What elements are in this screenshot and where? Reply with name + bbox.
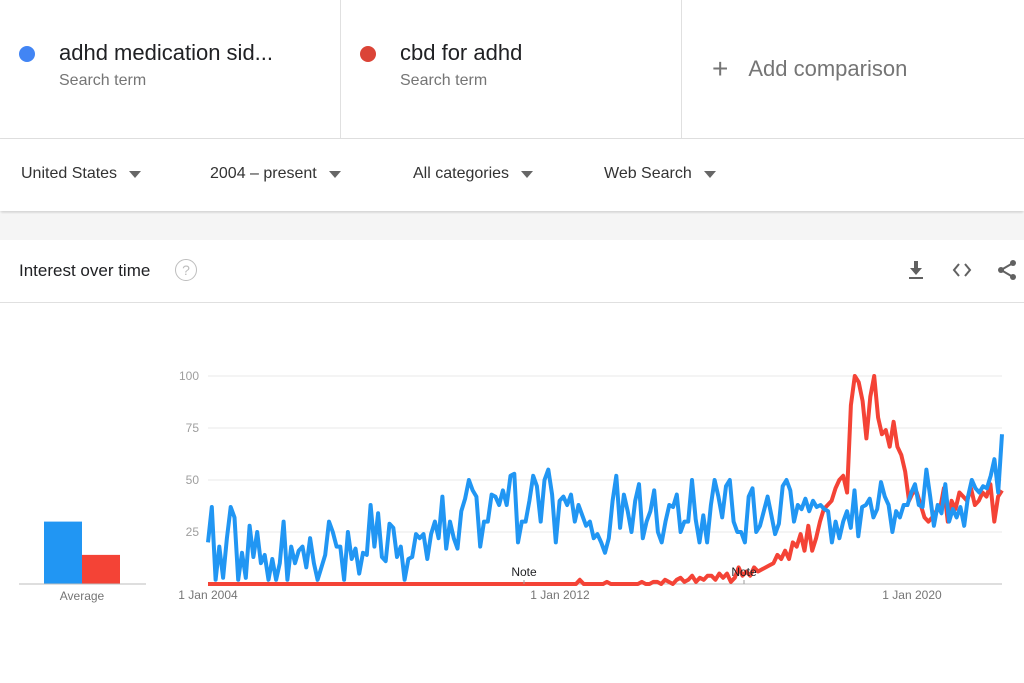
filter-search-type-dropdown[interactable]: Web Search [604, 165, 716, 183]
search-term-2[interactable]: cbd for adhd Search term [341, 0, 682, 138]
average-label: Average [60, 589, 105, 603]
add-comparison-button[interactable]: + Add comparison [682, 0, 1024, 138]
caret-down-icon [129, 170, 142, 178]
search-terms-bar: adhd medication sid... Search term cbd f… [0, 0, 1024, 139]
filter-category-dropdown[interactable]: All categories [413, 165, 534, 183]
y-tick-label: 75 [186, 421, 200, 435]
search-term-name[interactable]: cbd for adhd [400, 40, 522, 66]
search-term-1[interactable]: adhd medication sid... Search term [0, 0, 341, 138]
caret-down-icon [703, 170, 716, 178]
caret-down-icon [328, 170, 341, 178]
filter-label: All categories [413, 165, 510, 182]
average-bar [82, 554, 120, 584]
embed-icon[interactable] [950, 258, 974, 282]
filter-region-dropdown[interactable]: United States [21, 165, 142, 183]
filter-label: Web Search [604, 165, 692, 182]
interest-over-time-chart: Average 25 50 75 100 1 Jan 2004 1 Jan 2012 1 J… [19, 369, 1004, 603]
download-icon[interactable] [904, 258, 928, 282]
card-title: Interest over time [19, 261, 151, 280]
filter-label: United States [21, 165, 118, 182]
series-color-dot [360, 46, 376, 62]
x-tick-label: 1 Jan 2020 [882, 588, 942, 602]
help-icon[interactable]: ? [175, 259, 197, 281]
search-term-label: Search term [59, 72, 147, 89]
plus-icon: + [712, 53, 729, 84]
search-term-name[interactable]: adhd medication sid... [59, 40, 273, 66]
series-color-dot [19, 46, 35, 62]
y-tick-label: 50 [186, 473, 200, 487]
note-label: Note [731, 565, 757, 579]
add-comparison-label: Add comparison [748, 56, 908, 81]
series-line [206, 434, 1004, 582]
y-tick-label: 100 [179, 369, 199, 383]
caret-down-icon [521, 170, 534, 178]
filter-time-dropdown[interactable]: 2004 – present [210, 165, 341, 183]
filter-label: 2004 – present [210, 165, 317, 182]
search-term-label: Search term [400, 72, 488, 89]
share-icon[interactable] [995, 258, 1019, 282]
y-tick-label: 25 [186, 525, 200, 539]
note-label: Note [511, 565, 537, 579]
filter-bar: United States 2004 – present All categor… [0, 139, 1024, 211]
x-tick-label: 1 Jan 2004 [178, 588, 238, 602]
x-tick-label: 1 Jan 2012 [530, 588, 590, 602]
average-bar [44, 521, 82, 584]
card-header: Interest over time ? [0, 240, 1024, 303]
section-divider [0, 214, 1024, 240]
